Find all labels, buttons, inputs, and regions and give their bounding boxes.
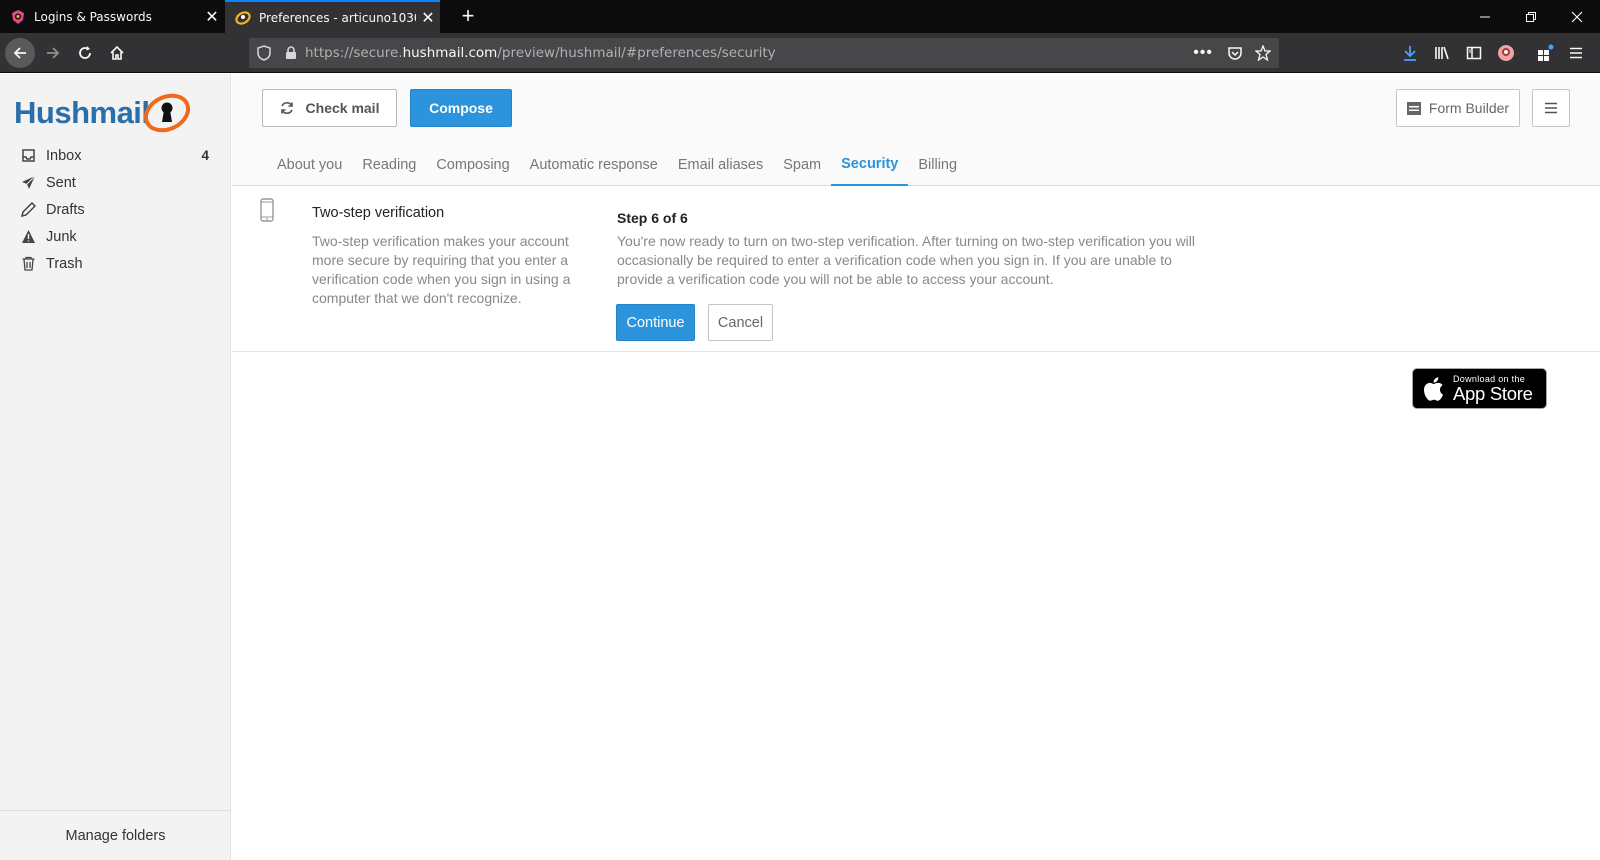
mail-sidebar: Hushmail Inbox 4 Sent Drafts Junk Trash … — [0, 74, 231, 860]
paper-plane-icon — [20, 175, 36, 191]
app-store-badge[interactable]: Download on the App Store — [1412, 368, 1547, 409]
form-builder-label: Form Builder — [1428, 100, 1510, 116]
arrow-left-icon — [13, 47, 26, 59]
page-actions-icon[interactable]: ••• — [1193, 44, 1213, 62]
minimize-icon — [1480, 16, 1490, 17]
app-menu-button[interactable] — [1565, 42, 1587, 64]
library-button[interactable] — [1431, 42, 1453, 64]
home-button[interactable] — [102, 38, 132, 68]
folder-label: Junk — [46, 228, 77, 245]
mobile-phone-icon — [260, 198, 274, 222]
two-step-verification-section: Two-step verification Two-step verificat… — [232, 186, 1600, 352]
appstore-small-text: Download on the — [1453, 373, 1526, 384]
apple-logo-icon — [1424, 376, 1443, 401]
tab-spam[interactable]: Spam — [773, 144, 831, 186]
folder-label: Drafts — [46, 201, 85, 218]
tab-security[interactable]: Security — [831, 144, 909, 186]
pocket-icon[interactable] — [1227, 45, 1243, 61]
close-tab-icon[interactable]: ✕ — [416, 8, 440, 27]
close-window-button[interactable] — [1554, 0, 1600, 33]
forward-button[interactable] — [38, 38, 68, 68]
browser-tab-title: Logins & Passwords — [34, 9, 152, 24]
preferences-tabs: About you Reading Composing Automatic re… — [267, 144, 967, 186]
folder-label: Trash — [46, 255, 83, 272]
continue-button[interactable]: Continue — [616, 304, 695, 341]
minimize-window-button[interactable] — [1462, 0, 1508, 33]
hamburger-icon — [1545, 102, 1557, 114]
form-builder-button[interactable]: Form Builder — [1396, 89, 1520, 127]
folder-label: Sent — [46, 174, 76, 191]
logo-text: Hushmail — [14, 95, 150, 130]
account-button[interactable] — [1495, 42, 1517, 64]
options-menu-button[interactable] — [1532, 89, 1570, 127]
arrow-right-icon — [47, 47, 60, 59]
shield-icon[interactable] — [257, 45, 271, 61]
restore-icon — [1526, 11, 1536, 22]
new-tab-button[interactable]: + — [456, 4, 480, 28]
preferences-header: Check mail Compose Form Builder About yo… — [232, 74, 1600, 186]
sidebar-toggle-button[interactable] — [1463, 42, 1485, 64]
lockwise-icon — [12, 9, 24, 24]
restore-window-button[interactable] — [1508, 0, 1554, 33]
trash-icon — [20, 256, 36, 272]
browser-tab-strip: Logins & Passwords ✕ Preferences - artic… — [0, 0, 1600, 33]
browser-tab-title: Preferences - articuno1030301( — [259, 10, 416, 25]
check-mail-button[interactable]: Check mail — [262, 89, 397, 127]
keyhole-logo-icon — [143, 93, 190, 133]
step-description: You're now ready to turn on two-step ver… — [617, 233, 1196, 287]
url-text[interactable]: https://secure.hushmail.com/preview/hush… — [305, 45, 776, 61]
inbox-icon — [20, 148, 36, 164]
folder-label: Inbox — [46, 147, 82, 164]
compose-button[interactable]: Compose — [410, 89, 512, 127]
back-button[interactable] — [5, 38, 35, 68]
folder-list: Inbox 4 Sent Drafts Junk Trash — [0, 142, 231, 277]
hamburger-icon — [1570, 47, 1582, 59]
home-icon — [110, 45, 124, 60]
browser-tab-preferences[interactable]: Preferences - articuno1030301( ✕ — [225, 0, 440, 33]
tab-automatic-response[interactable]: Automatic response — [520, 144, 668, 186]
library-icon — [1435, 46, 1449, 60]
folder-drafts[interactable]: Drafts — [0, 196, 231, 223]
browser-navigation-bar: https://secure.hushmail.com/preview/hush… — [0, 33, 1600, 73]
tab-billing[interactable]: Billing — [908, 144, 967, 186]
folder-junk[interactable]: Junk — [0, 223, 231, 250]
lock-icon[interactable] — [285, 46, 297, 60]
section-title: Two-step verification — [312, 205, 445, 221]
pencil-icon — [20, 202, 36, 218]
folder-sent[interactable]: Sent — [0, 169, 231, 196]
step-indicator: Step 6 of 6 — [617, 210, 688, 226]
cancel-button[interactable]: Cancel — [708, 304, 773, 341]
close-tab-icon[interactable]: ✕ — [200, 7, 224, 26]
address-bar[interactable]: https://secure.hushmail.com/preview/hush… — [249, 38, 1279, 68]
tab-reading[interactable]: Reading — [352, 144, 426, 186]
manage-folders-link[interactable]: Manage folders — [0, 810, 231, 860]
downloads-button[interactable] — [1399, 42, 1421, 64]
unread-count: 4 — [201, 148, 209, 163]
main-content: Check mail Compose Form Builder About yo… — [232, 74, 1600, 860]
download-arrow-icon — [1404, 46, 1416, 61]
appstore-big-text: App Store — [1453, 382, 1533, 404]
tab-about-you[interactable]: About you — [267, 144, 352, 186]
close-icon — [1571, 11, 1583, 22]
refresh-icon — [280, 102, 293, 114]
form-icon — [1406, 101, 1421, 115]
reload-icon — [79, 46, 91, 59]
tab-composing[interactable]: Composing — [426, 144, 519, 186]
tab-email-aliases[interactable]: Email aliases — [668, 144, 773, 186]
warning-icon — [20, 229, 36, 245]
reload-button[interactable] — [70, 38, 100, 68]
hushmail-logo[interactable]: Hushmail — [14, 88, 192, 138]
bookmark-star-icon[interactable] — [1255, 45, 1271, 61]
browser-tab-logins[interactable]: Logins & Passwords ✕ — [0, 0, 224, 33]
check-mail-label: Check mail — [305, 100, 380, 116]
extensions-button[interactable] — [1535, 42, 1557, 64]
sidebar-icon — [1466, 46, 1482, 60]
avatar-icon — [1498, 45, 1514, 61]
hushmail-favicon-icon — [235, 10, 251, 25]
extensions-icon — [1538, 44, 1554, 61]
folder-inbox[interactable]: Inbox 4 — [0, 142, 231, 169]
folder-trash[interactable]: Trash — [0, 250, 231, 277]
section-description: Two-step verification makes your account… — [312, 233, 571, 306]
